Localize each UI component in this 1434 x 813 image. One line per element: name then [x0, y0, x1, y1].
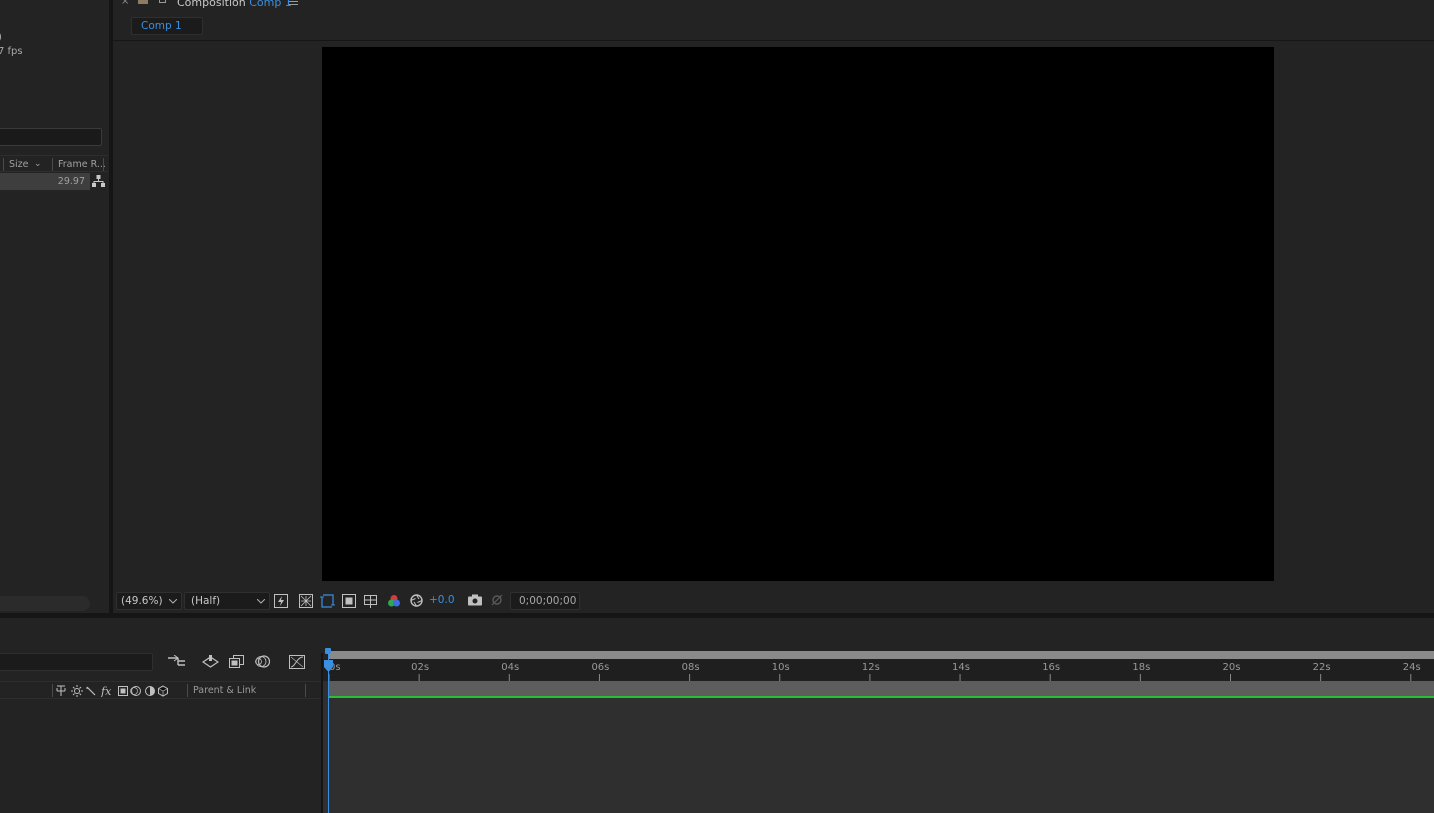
- exposure-value[interactable]: +0.0: [429, 594, 455, 606]
- effects-icon: fx: [100, 685, 112, 697]
- adjustment-layer-icon: [145, 686, 155, 696]
- motion-blur-switch-icon: [130, 686, 141, 696]
- ruler-label: 02s: [411, 662, 430, 673]
- reset-exposure-icon[interactable]: [410, 594, 423, 607]
- composition-duration-bar: [328, 681, 1434, 696]
- magnification-value: (49.6%): [121, 595, 163, 607]
- ruler-label: 04s: [501, 662, 520, 673]
- project-search-input[interactable]: [0, 128, 102, 146]
- composition-tab[interactable]: Composition Comp 1: [177, 0, 292, 9]
- ruler-label: 12s: [861, 662, 880, 673]
- shy-icon: [56, 685, 66, 696]
- project-info-framerate: 7 fps: [0, 46, 23, 57]
- layer-column-header: fx Parent & Link: [0, 681, 322, 699]
- project-column-header: Size ⌄ Frame R...: [0, 155, 109, 172]
- transparency-grid-icon[interactable]: [299, 594, 313, 608]
- grid-and-guides-icon[interactable]: [363, 594, 378, 608]
- parent-and-link-column[interactable]: Parent & Link: [193, 685, 256, 696]
- column-divider[interactable]: [187, 684, 188, 697]
- composition-tab-title: Composition: [177, 0, 246, 9]
- svg-text:fx: fx: [100, 685, 112, 697]
- composition-tab-bar: × Composition Comp 1: [113, 0, 1434, 12]
- composition-panel: × Composition Comp 1 Comp 1 (49.6%) (Hal…: [113, 0, 1434, 613]
- sort-indicator-icon: ⌄: [34, 159, 42, 169]
- panel-menu-icon[interactable]: [289, 0, 298, 5]
- resolution-select[interactable]: (Half): [184, 592, 270, 610]
- collapse-transformations-icon: [71, 685, 83, 697]
- project-panel: ) 7 fps Size ⌄ Frame R... 29.97: [0, 0, 109, 613]
- chevron-down-icon: [169, 599, 177, 604]
- composition-icon: [138, 0, 148, 4]
- close-icon[interactable]: ×: [121, 0, 129, 7]
- column-divider[interactable]: [305, 684, 306, 697]
- column-divider[interactable]: [52, 684, 53, 697]
- magnification-select[interactable]: (49.6%): [116, 592, 182, 610]
- ruler-label: 08s: [681, 662, 700, 673]
- ruler-label: 24s: [1402, 662, 1421, 673]
- composition-navigator-bar: Comp 1: [113, 12, 1434, 41]
- graph-editor-icon[interactable]: [289, 655, 305, 669]
- layer-track-area[interactable]: [323, 681, 1434, 813]
- playhead-handle[interactable]: [323, 652, 334, 674]
- column-frame-rate[interactable]: Frame R...: [58, 159, 106, 170]
- item-frame-rate: 29.97: [57, 176, 85, 187]
- motion-blur-icon[interactable]: [255, 655, 271, 668]
- composition-canvas[interactable]: [322, 47, 1274, 581]
- ruler-label: 14s: [952, 662, 970, 673]
- column-divider[interactable]: [52, 158, 53, 171]
- resolution-value: (Half): [191, 595, 221, 607]
- column-divider[interactable]: [103, 158, 104, 171]
- ruler-label: 10s: [771, 662, 790, 673]
- 3d-layer-icon: [158, 685, 168, 697]
- layer-switches-header: fx: [56, 684, 176, 697]
- project-item-row[interactable]: 29.97: [0, 173, 90, 190]
- composition-flowchart-icon[interactable]: [168, 655, 186, 668]
- draft-3d-icon[interactable]: [202, 655, 219, 668]
- work-area-bar[interactable]: [328, 651, 1434, 659]
- ruler-label: 06s: [591, 662, 610, 673]
- ruler-label: 20s: [1222, 662, 1241, 673]
- timeline-panel: fx Parent & Link 0s 02s 04s 06s 08s 10s 12s 14s…: [0, 618, 1434, 813]
- frame-blending-switch-icon: [118, 686, 128, 696]
- lock-icon[interactable]: [159, 0, 166, 3]
- project-info-line: ): [0, 32, 2, 43]
- time-ruler[interactable]: 0s 02s 04s 06s 08s 10s 12s 14s 16s 18s 20s 22s 24s: [323, 659, 1434, 681]
- region-of-interest-icon[interactable]: [320, 594, 335, 608]
- frame-blending-icon[interactable]: [229, 655, 244, 668]
- ruler-label: 16s: [1042, 662, 1061, 673]
- timeline-search-input[interactable]: [0, 653, 153, 671]
- quality-icon: [86, 686, 96, 696]
- color-channels-icon[interactable]: [387, 594, 401, 608]
- column-size[interactable]: Size: [9, 159, 29, 170]
- viewer-toolbar: (49.6%) (Half) +0.0 0;00;00;00: [113, 589, 1434, 613]
- current-time-display[interactable]: 0;00;00;00: [510, 592, 580, 610]
- project-scrollbar[interactable]: [0, 596, 90, 611]
- chevron-down-icon: [257, 599, 265, 604]
- fast-previews-icon[interactable]: [274, 594, 288, 608]
- toggle-mask-visibility-icon[interactable]: [342, 594, 356, 608]
- render-cache-indicator: [328, 696, 1434, 698]
- show-snapshot-icon[interactable]: [490, 594, 504, 606]
- composition-tab-comp-name: Comp 1: [249, 0, 292, 9]
- column-divider[interactable]: [3, 158, 4, 171]
- timeline-graph-area: 0s 02s 04s 06s 08s 10s 12s 14s 16s 18s 20s 22s 24s: [323, 648, 1434, 813]
- take-snapshot-icon[interactable]: [468, 594, 482, 606]
- composition-breadcrumb[interactable]: Comp 1: [131, 17, 203, 35]
- ruler-label: 18s: [1132, 662, 1151, 673]
- ruler-label: 22s: [1312, 662, 1331, 673]
- flowchart-icon[interactable]: [92, 175, 105, 187]
